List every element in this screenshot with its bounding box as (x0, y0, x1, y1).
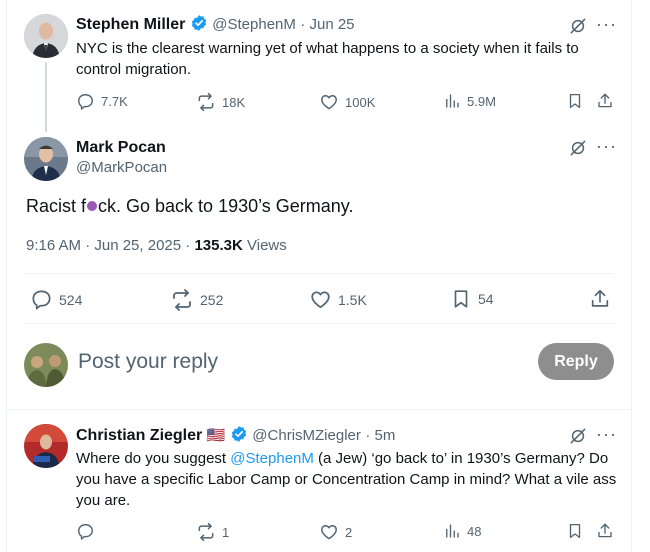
main-tweet-time[interactable]: 9:16 AM · Jun 25, 2025 · (26, 237, 190, 254)
reply-tweet-header: Christian Ziegler 🇺🇸 @ChrisMZiegler · 5m (76, 425, 395, 448)
main-tweet-text-start: Racist f (26, 196, 87, 216)
cursor-dot (87, 201, 98, 211)
divider (24, 273, 614, 274)
reply-icon (78, 524, 93, 540)
main-tweet-name[interactable]: Mark Pocan (76, 139, 166, 157)
display-name[interactable]: Christian Ziegler (76, 427, 202, 444)
main-tweet-text-end: ck. Go back to 1930’s Germany. (98, 196, 354, 216)
timestamp[interactable]: · 5m (365, 427, 395, 444)
verified-badge-icon (230, 425, 248, 448)
tweet1-text: NYC is the clearest warning yet of what … (76, 40, 579, 78)
share-icon (591, 289, 609, 307)
reply-count: 524 (59, 291, 83, 308)
display-name[interactable]: Stephen Miller (76, 16, 185, 33)
reply-icon (32, 290, 51, 310)
views-chart-icon (446, 94, 459, 108)
grok-icon[interactable] (568, 138, 588, 158)
reply-tweet-views-button[interactable]: 48 (443, 522, 481, 540)
share-icon (598, 93, 612, 108)
repost-count: 252 (200, 292, 224, 308)
reply-tweet-reply-button[interactable] (76, 522, 95, 541)
divider (6, 409, 632, 410)
avatar-stephen-miller[interactable] (24, 14, 68, 58)
us-flag-icon: 🇺🇸 (206, 427, 226, 444)
reply-tweet-repost-button[interactable]: 1 (196, 522, 229, 542)
like-count: 2 (345, 524, 353, 540)
main-share-button[interactable] (589, 288, 611, 310)
reply-text-part1: Where do you suggest (76, 450, 231, 467)
views-count: 5.9M (467, 93, 496, 109)
heart-icon (311, 291, 330, 309)
reply-tweet-like-button[interactable]: 2 (319, 522, 352, 542)
main-reply-button[interactable]: 524 (30, 288, 82, 311)
more-options-icon[interactable]: ··· (596, 14, 617, 35)
tweet1-reply-button[interactable]: 7.7K (76, 92, 128, 111)
more-options-icon[interactable]: ··· (596, 424, 617, 445)
mention-link[interactable]: @StephenM (230, 450, 314, 467)
verified-badge-icon (190, 14, 208, 37)
avatar-christian-ziegler[interactable] (24, 424, 68, 468)
repost-icon (198, 522, 214, 542)
bookmark-icon (569, 93, 581, 109)
avatar-mark-pocan[interactable] (24, 137, 68, 181)
grok-icon[interactable] (568, 16, 588, 36)
divider (24, 323, 614, 324)
tweet1-bookmark-button[interactable] (566, 92, 584, 110)
repost-icon (198, 92, 214, 112)
handle[interactable]: @StephenM (212, 16, 296, 33)
heart-icon (321, 525, 337, 540)
thread-connector-line (45, 62, 47, 132)
main-tweet-handle[interactable]: @MarkPocan (76, 159, 167, 176)
like-count: 1.5K (338, 291, 367, 308)
main-tweet-meta: 9:16 AM · Jun 25, 2025 · 135.3K Views (26, 237, 287, 254)
main-bookmark-button[interactable]: 54 (450, 288, 494, 310)
reply-tweet-text: Where do you suggest @StephenM (a Jew) ‘… (76, 448, 621, 511)
tweet1-header: Stephen Miller @StephenM · Jun 25 (76, 14, 355, 37)
reply-tweet-share-button[interactable] (596, 522, 614, 540)
grok-icon[interactable] (568, 426, 588, 446)
reply-count: 7.7K (101, 94, 128, 109)
repost-count: 1 (222, 524, 230, 540)
repost-icon (173, 289, 191, 311)
reply-input[interactable]: Post your reply (78, 350, 218, 374)
like-count: 100K (345, 94, 376, 110)
timestamp[interactable]: · Jun 25 (300, 16, 354, 33)
main-like-button[interactable]: 1.5K (309, 288, 367, 311)
avatar-current-user[interactable] (24, 343, 68, 387)
bookmark-icon (454, 290, 468, 308)
reply-tweet-bookmark-button[interactable] (566, 522, 584, 540)
tweet1-repost-button[interactable]: 18K (196, 92, 245, 112)
tweet1-views-button[interactable]: 5.9M (443, 92, 496, 110)
bookmark-icon (569, 523, 581, 539)
bookmark-count: 54 (478, 291, 494, 307)
share-icon (598, 523, 612, 538)
views-count: 48 (467, 523, 482, 539)
more-options-icon[interactable]: ··· (596, 136, 617, 157)
main-tweet-views-label: Views (247, 237, 287, 254)
main-tweet-views-count: 135.3K (194, 237, 243, 254)
main-repost-button[interactable]: 252 (170, 288, 223, 312)
tweet1-like-button[interactable]: 100K (319, 92, 375, 112)
views-chart-icon (446, 524, 459, 538)
handle[interactable]: @ChrisMZiegler (252, 427, 361, 444)
heart-icon (321, 95, 337, 110)
reply-icon (78, 94, 93, 110)
main-tweet-text: Racist f ck. Go back to 1930’s Germany. (26, 194, 353, 218)
reply-button[interactable]: Reply (538, 343, 614, 380)
tweet1-share-button[interactable] (596, 92, 614, 110)
repost-count: 18K (222, 94, 246, 110)
